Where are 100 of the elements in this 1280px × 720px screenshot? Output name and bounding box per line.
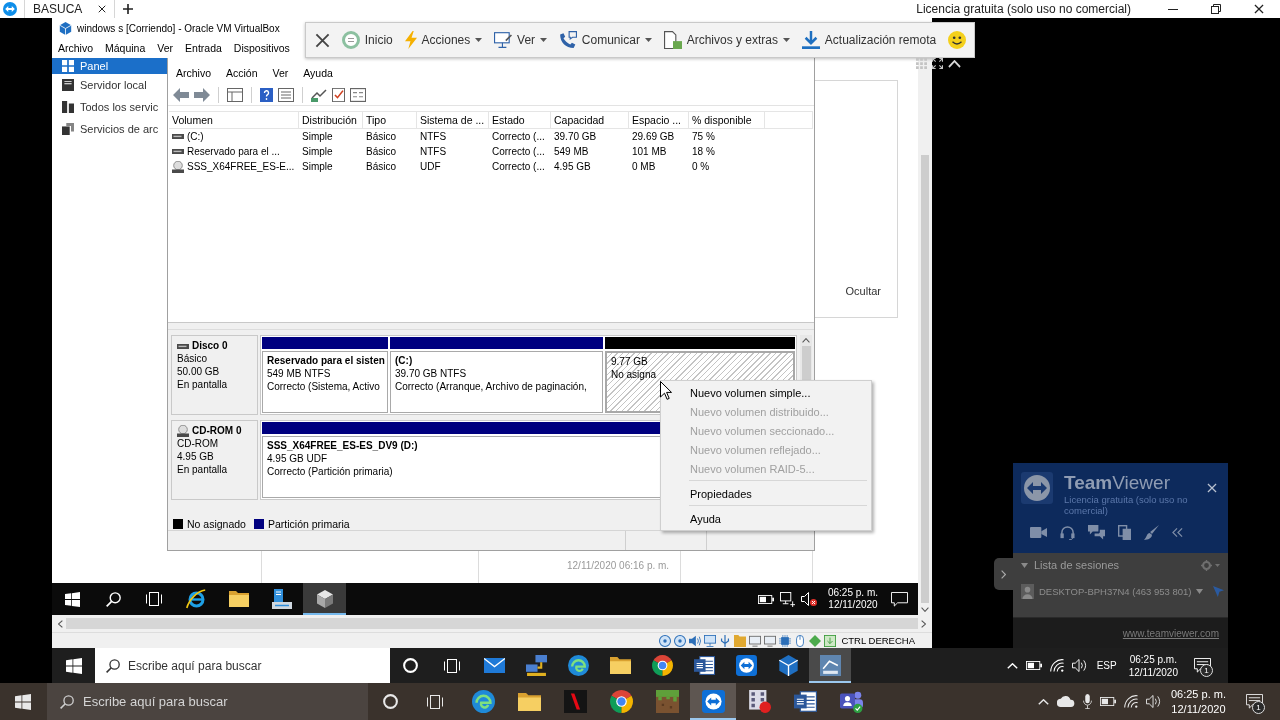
speaker-icon[interactable]	[1071, 659, 1087, 672]
close-icon[interactable]	[98, 5, 107, 13]
toolbar-button[interactable]: Comunicar	[558, 26, 652, 54]
nav-item[interactable]: Servicios de arc	[52, 118, 167, 140]
window-panes-icon	[64, 591, 80, 607]
nav-item[interactable]: Todos los servic	[52, 96, 167, 118]
copy-icon[interactable]	[1118, 525, 1131, 540]
column-header[interactable]: Capacidad	[551, 112, 629, 128]
chip-icon[interactable]	[779, 634, 792, 647]
menu-item[interactable]: Ayuda	[303, 67, 333, 79]
speaker-muted-icon[interactable]	[800, 592, 817, 606]
wifi-icon[interactable]	[1123, 695, 1138, 708]
toolbar-button[interactable]: Archivos y extras	[663, 26, 791, 54]
disc-icon[interactable]	[674, 634, 687, 647]
session-tab[interactable]: BASUCA	[24, 0, 116, 18]
taskbar-button[interactable]	[690, 683, 736, 720]
menu-item[interactable]: Ver	[272, 67, 289, 79]
clock[interactable]: 06:25 p.m. 12/11/2020	[1128, 652, 1178, 679]
taskbar-button[interactable]	[303, 583, 346, 615]
checklist-icon[interactable]	[332, 87, 345, 102]
menu-item[interactable]: Ayuda	[663, 509, 869, 528]
clock[interactable]: 06:25 p. m. 12/11/2020	[1170, 686, 1226, 717]
menu-item[interactable]: Archivo	[58, 42, 93, 54]
chat-bubble-icon	[890, 591, 908, 607]
website-link[interactable]: www.teamviewer.com	[1122, 627, 1219, 639]
sessions-header[interactable]: Lista de sesiones	[1021, 559, 1198, 571]
menu-item[interactable]: Archivo	[176, 67, 211, 79]
usb-icon[interactable]	[719, 634, 732, 647]
monitor-icon[interactable]	[704, 634, 717, 647]
scrollbar-thumb[interactable]	[66, 618, 918, 629]
toolbar-button[interactable]: Ver	[494, 26, 548, 54]
plus-icon[interactable]	[123, 4, 134, 14]
table-cell-text: Básico	[365, 131, 397, 142]
down-arrow-icon[interactable]	[824, 634, 837, 647]
window-icon[interactable]	[227, 87, 243, 102]
column-header[interactable]: Espacio ...	[629, 112, 689, 128]
segmented-circle-icon	[609, 690, 633, 713]
search-icon	[105, 591, 121, 607]
mouse-icon[interactable]	[794, 634, 807, 647]
scrollbar-thumb[interactable]	[921, 155, 929, 603]
taskbar-button[interactable]	[809, 648, 851, 683]
display-icon[interactable]	[764, 634, 777, 647]
microphone-icon[interactable]	[1082, 694, 1092, 709]
column-header[interactable]: Sistema de ...	[417, 112, 489, 128]
display-icon[interactable]	[749, 634, 762, 647]
double-chevron-left-icon[interactable]	[1172, 528, 1183, 537]
menu-item[interactable]: Ver	[157, 42, 174, 54]
video-camera-icon[interactable]	[1030, 527, 1047, 538]
partition-title: Reservado para el sisten	[267, 354, 385, 367]
toolbar-button[interactable]: Actualización remota	[801, 26, 937, 54]
battery-icon[interactable]	[1099, 697, 1116, 706]
toolbar-button[interactable]: Inicio	[341, 26, 393, 54]
network-icon[interactable]	[779, 591, 795, 607]
hide-link[interactable]: Ocultar	[845, 285, 881, 297]
drive-icon	[177, 343, 189, 349]
language-indicator[interactable]: ESP	[1096, 660, 1117, 671]
chat-icon[interactable]	[1088, 525, 1105, 540]
search-field[interactable]: Escribe aquí para buscar	[95, 648, 390, 683]
list-icon[interactable]	[278, 87, 294, 102]
nav-item[interactable]: Servidor local	[52, 74, 167, 96]
stacked-windows-icon	[443, 658, 460, 673]
close-button[interactable]	[1207, 483, 1217, 493]
menu-item[interactable]: Dispositivos	[233, 42, 290, 54]
triangle-down-icon[interactable]	[1196, 589, 1204, 594]
partition-detail: Correcto (Sistema, Activo	[267, 380, 380, 393]
arrow-left-icon[interactable]	[173, 87, 189, 102]
notification-button[interactable]: 1	[1184, 648, 1220, 683]
headset-icon[interactable]	[1060, 525, 1075, 540]
partition-title: SSS_X64FREE_ES-ES_DV9 (D:)	[267, 439, 418, 452]
partition-detail: 9.77 GB	[611, 355, 648, 368]
notification-button[interactable]: 1	[1232, 683, 1276, 720]
column-header[interactable]: Volumen	[169, 112, 299, 128]
toolbar-button[interactable]: Acciones	[404, 26, 483, 54]
nav-item[interactable]: Panel	[52, 58, 167, 74]
disc-icon[interactable]	[659, 634, 672, 647]
menu-item[interactable]: Acción	[226, 67, 258, 79]
speaker-icon[interactable]	[1145, 695, 1161, 708]
column-header[interactable]: % disponible	[689, 112, 765, 128]
panel-toggle-tab[interactable]	[994, 558, 1013, 590]
chevron-right-icon[interactable]	[921, 619, 926, 628]
menu-item[interactable]: Entrada	[185, 42, 222, 54]
cloud-icon[interactable]	[1056, 696, 1075, 707]
arrow-right-icon[interactable]	[194, 87, 210, 102]
chevron-left-icon[interactable]	[58, 619, 63, 628]
properties-icon[interactable]	[350, 87, 366, 102]
expand-icon[interactable]	[932, 58, 943, 69]
connection-icon[interactable]	[311, 87, 327, 102]
brush-icon[interactable]	[1144, 525, 1159, 540]
disk-detail: En pantalla	[177, 379, 228, 391]
search-field[interactable]: Escribe aquí para buscar	[47, 683, 368, 720]
chevron-down-icon[interactable]	[921, 607, 929, 612]
column-header[interactable]: Distribución	[299, 112, 363, 128]
help-icon[interactable]	[260, 87, 273, 102]
column-header[interactable]: Tipo	[363, 112, 417, 128]
partition-title: (C:)	[395, 354, 413, 367]
menu-item[interactable]: Máquina	[105, 42, 146, 54]
column-header[interactable]: Estado	[489, 112, 551, 128]
clock[interactable]: 06:25 p. m. 12/11/2020	[827, 587, 878, 611]
phone-icon	[558, 31, 577, 49]
battery-icon[interactable]	[1025, 661, 1042, 670]
